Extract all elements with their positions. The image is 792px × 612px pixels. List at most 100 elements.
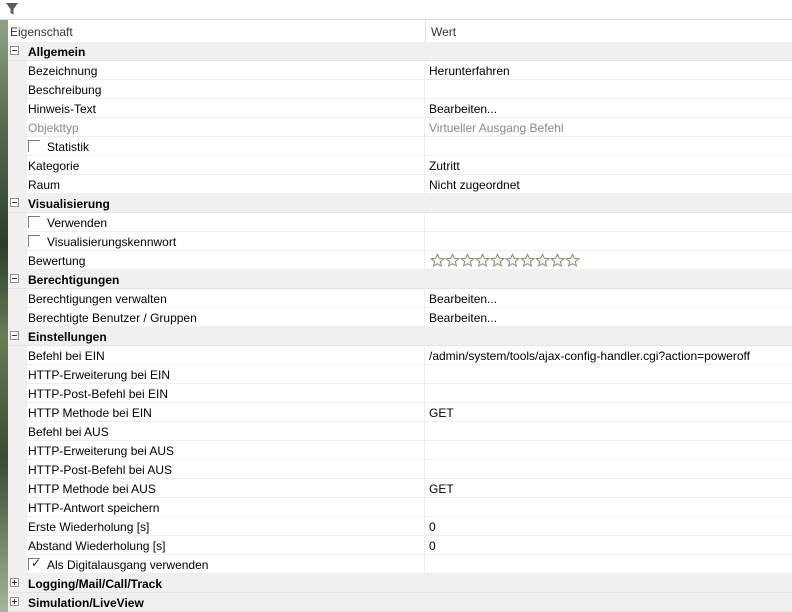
property-name: HTTP-Post-Befehl bei EIN [28, 387, 169, 401]
property-value[interactable]: /admin/system/tools/ajax-config-handler.… [429, 349, 750, 363]
row-gutter [8, 80, 27, 99]
star-icon[interactable] [490, 253, 505, 268]
property-row-http-antwort-speichern[interactable]: HTTP-Antwort speichern [8, 498, 792, 517]
property-row-beschreibung[interactable]: Beschreibung [8, 80, 792, 99]
category-row-einstellungen[interactable]: Einstellungen [8, 327, 792, 346]
category-label: Logging/Mail/Call/Track [28, 577, 163, 591]
category-row-allgemein[interactable]: Allgemein [8, 42, 792, 61]
property-row-abstand-wiederholung-s[interactable]: Abstand Wiederholung [s] 0 [8, 536, 792, 555]
property-row-http-erweiterung-bei-aus[interactable]: HTTP-Erweiterung bei AUS [8, 441, 792, 460]
row-gutter [8, 289, 27, 308]
row-gutter [8, 99, 27, 118]
column-separator [424, 156, 425, 175]
property-row-http-erweiterung-bei-ein[interactable]: HTTP-Erweiterung bei EIN [8, 365, 792, 384]
collapse-icon[interactable] [10, 274, 19, 283]
property-name: Objekttyp [28, 121, 79, 135]
row-gutter [8, 422, 27, 441]
collapse-icon[interactable] [10, 331, 19, 340]
category-row-simulation-liveview[interactable]: Simulation/LiveView [8, 593, 792, 612]
expand-icon[interactable] [10, 597, 19, 606]
row-gutter [8, 118, 27, 137]
property-name: Hinweis-Text [28, 102, 97, 116]
category-row-logging-mail-call-track[interactable]: Logging/Mail/Call/Track [8, 574, 792, 593]
checkbox-verwenden[interactable] [28, 216, 40, 228]
property-value[interactable]: 0 [429, 520, 436, 534]
column-separator [424, 99, 425, 118]
property-value[interactable]: 0 [429, 539, 436, 553]
star-icon[interactable] [520, 253, 535, 268]
star-icon[interactable] [460, 253, 475, 268]
row-gutter [8, 441, 27, 460]
header-separator[interactable] [425, 20, 426, 42]
column-separator [424, 536, 425, 555]
header-value[interactable]: Wert [431, 25, 456, 39]
property-name: HTTP Methode bei EIN [28, 406, 152, 420]
row-gutter [8, 555, 27, 574]
property-row-hinweis-text[interactable]: Hinweis-Text Bearbeiten... [8, 99, 792, 118]
property-value[interactable]: Bearbeiten... [429, 292, 497, 306]
property-row-befehl-bei-aus[interactable]: Befehl bei AUS [8, 422, 792, 441]
property-value[interactable]: Nicht zugeordnet [429, 178, 520, 192]
checkbox-als-digitalausgang-verwenden[interactable]: ✓ [28, 557, 41, 570]
property-name: Berechtigungen verwalten [28, 292, 167, 306]
property-name: Visualisierungskennwort [47, 235, 177, 249]
property-grid: Allgemein Bezeichnung Herunterfahren Beschr… [8, 42, 792, 612]
collapse-icon[interactable] [10, 46, 19, 55]
property-row-erste-wiederholung-s[interactable]: Erste Wiederholung [s] 0 [8, 517, 792, 536]
property-row-objekttyp[interactable]: Objekttyp Virtueller Ausgang Befehl [8, 118, 792, 137]
star-icon[interactable] [550, 253, 565, 268]
category-label: Einstellungen [28, 330, 107, 344]
property-row-befehl-bei-ein[interactable]: Befehl bei EIN/admin/system/tools/ajax-c… [8, 346, 792, 365]
property-row-http-methode-bei-ein[interactable]: HTTP Methode bei EIN GET [8, 403, 792, 422]
collapse-icon[interactable] [10, 198, 19, 207]
column-separator [424, 175, 425, 194]
property-row-bewertung[interactable]: Bewertung [8, 251, 792, 270]
property-value[interactable]: Bearbeiten... [429, 311, 497, 325]
star-icon[interactable] [565, 253, 580, 268]
property-value[interactable]: GET [429, 406, 454, 420]
property-value[interactable]: Herunterfahren [429, 64, 510, 78]
star-icon[interactable] [505, 253, 520, 268]
rating-stars[interactable] [430, 253, 580, 268]
property-name: Kategorie [28, 159, 80, 173]
property-row-berechtigte-benutzer-gruppen[interactable]: Berechtigte Benutzer / Gruppen Bearbeiten… [8, 308, 792, 327]
star-icon[interactable] [535, 253, 550, 268]
category-row-visualisierung[interactable]: Visualisierung [8, 194, 792, 213]
property-value[interactable]: Bearbeiten... [429, 102, 497, 116]
star-icon[interactable] [475, 253, 490, 268]
property-row-kategorie[interactable]: Kategorie Zutritt [8, 156, 792, 175]
property-value[interactable]: Zutritt [429, 159, 460, 173]
checkbox-visualisierungskennwort[interactable] [28, 235, 40, 247]
property-name: Erste Wiederholung [s] [28, 520, 150, 534]
property-row-raum[interactable]: Raum Nicht zugeordnet [8, 175, 792, 194]
star-icon[interactable] [430, 253, 445, 268]
property-row-statistik[interactable]: Statistik [8, 137, 792, 156]
property-value: Virtueller Ausgang Befehl [429, 121, 564, 135]
property-row-http-post-befehl-bei-ein[interactable]: HTTP-Post-Befehl bei EIN [8, 384, 792, 403]
column-separator [424, 555, 425, 574]
row-gutter [8, 517, 27, 536]
filter-icon[interactable] [5, 2, 19, 16]
star-icon[interactable] [445, 253, 460, 268]
row-gutter [8, 156, 27, 175]
property-value[interactable]: GET [429, 482, 454, 496]
property-name: Befehl bei EIN [28, 349, 105, 363]
property-row-als-digitalausgang-verwenden[interactable]: ✓ Als Digitalausgang verwenden [8, 555, 792, 574]
property-row-berechtigungen-verwalten[interactable]: Berechtigungen verwalten Bearbeiten... [8, 289, 792, 308]
expand-icon[interactable] [10, 578, 19, 587]
property-row-bezeichnung[interactable]: Bezeichnung Herunterfahren [8, 61, 792, 80]
category-row-berechtigungen[interactable]: Berechtigungen [8, 270, 792, 289]
row-gutter [8, 479, 27, 498]
property-row-http-post-befehl-bei-aus[interactable]: HTTP-Post-Befehl bei AUS [8, 460, 792, 479]
property-name: Statistik [47, 140, 90, 154]
property-row-http-methode-bei-aus[interactable]: HTTP Methode bei AUS GET [8, 479, 792, 498]
header-property[interactable]: Eigenschaft [10, 25, 73, 39]
property-name: Raum [28, 178, 61, 192]
property-row-verwenden[interactable]: Verwenden [8, 213, 792, 232]
checkbox-statistik[interactable] [28, 140, 40, 152]
category-label: Simulation/LiveView [28, 596, 144, 610]
category-label: Allgemein [28, 45, 86, 59]
column-separator [424, 441, 425, 460]
property-row-visualisierungskennwort[interactable]: Visualisierungskennwort [8, 232, 792, 251]
column-separator [424, 251, 425, 270]
